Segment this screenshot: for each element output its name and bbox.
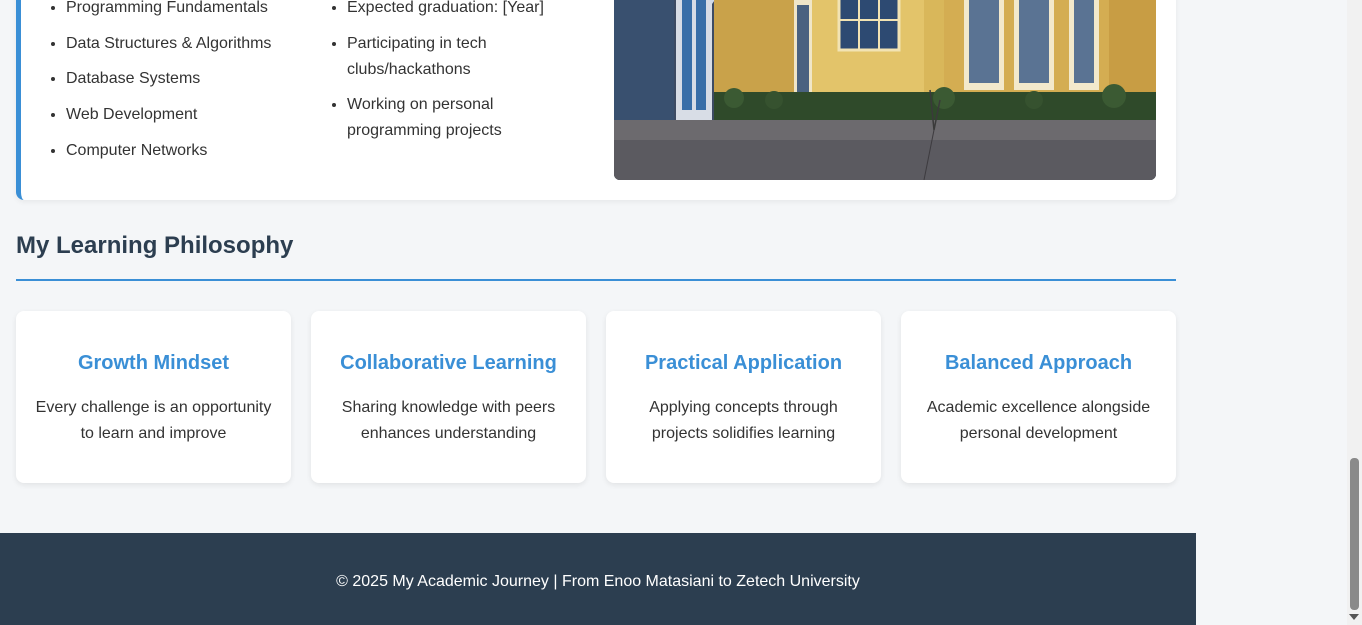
scrollbar-thumb[interactable] <box>1350 458 1359 610</box>
card-title: Practical Application <box>644 352 843 374</box>
card-title: Balanced Approach <box>944 352 1133 374</box>
card-text: Every challenge is an opportunity to lea… <box>35 399 272 442</box>
philosophy-card-growth-mindset: Growth Mindset Every challenge is an opp… <box>16 311 291 483</box>
philosophy-card-practical-application: Practical Application Applying concepts … <box>606 311 881 483</box>
list-item: Database Systems <box>66 66 316 92</box>
list-item: Expected graduation: [Year] <box>347 0 577 21</box>
philosophy-card-collaborative-learning: Collaborative Learning Sharing knowledge… <box>311 311 586 483</box>
section-title: My Learning Philosophy <box>16 232 294 259</box>
page: Programming Fundamentals Data Structures… <box>0 0 1196 625</box>
card-text: Sharing knowledge with peers enhances un… <box>341 399 556 442</box>
campus-building-image <box>614 0 1156 180</box>
status-list: Expected graduation: [Year] Participatin… <box>327 0 577 154</box>
card-text: Applying concepts through projects solid… <box>649 399 838 442</box>
list-item: Computer Networks <box>66 138 316 164</box>
philosophy-cards: Growth Mindset Every challenge is an opp… <box>16 311 1176 483</box>
section-divider <box>16 279 1176 281</box>
card-text: Academic excellence alongside personal d… <box>926 399 1151 442</box>
list-item: Programming Fundamentals <box>66 0 316 21</box>
list-item: Working on personal programming projects <box>347 92 577 144</box>
list-item: Participating in tech clubs/hackathons <box>347 31 577 83</box>
footer-copyright: © 2025 My Academic Journey | From Enoo M… <box>336 573 860 590</box>
philosophy-card-balanced-approach: Balanced Approach Academic excellence al… <box>901 311 1176 483</box>
card-title: Growth Mindset <box>77 352 230 374</box>
university-card: Programming Fundamentals Data Structures… <box>16 0 1176 200</box>
campus-photo <box>614 0 1156 180</box>
list-item: Data Structures & Algorithms <box>66 31 316 57</box>
card-title: Collaborative Learning <box>340 352 557 374</box>
scroll-down-arrow-icon[interactable] <box>1349 614 1359 620</box>
courses-list: Programming Fundamentals Data Structures… <box>46 0 316 173</box>
list-item: Web Development <box>66 102 316 128</box>
page-footer: © 2025 My Academic Journey | From Enoo M… <box>0 533 1196 625</box>
vertical-scrollbar[interactable] <box>1347 0 1362 625</box>
